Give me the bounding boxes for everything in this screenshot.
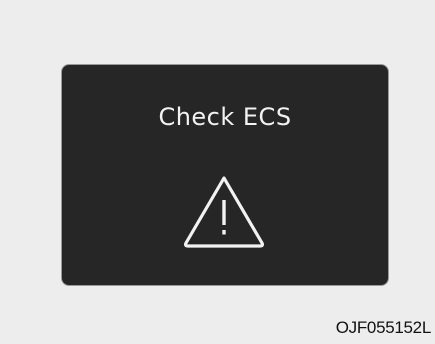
warning-message: Check ECS bbox=[158, 103, 292, 131]
figure-code-label: OJF055152L bbox=[335, 318, 432, 337]
cluster-display-panel: Check ECS bbox=[61, 64, 389, 286]
warning-triangle-icon bbox=[183, 176, 265, 248]
figure-frame: Check ECS OJF055152L bbox=[0, 0, 435, 344]
